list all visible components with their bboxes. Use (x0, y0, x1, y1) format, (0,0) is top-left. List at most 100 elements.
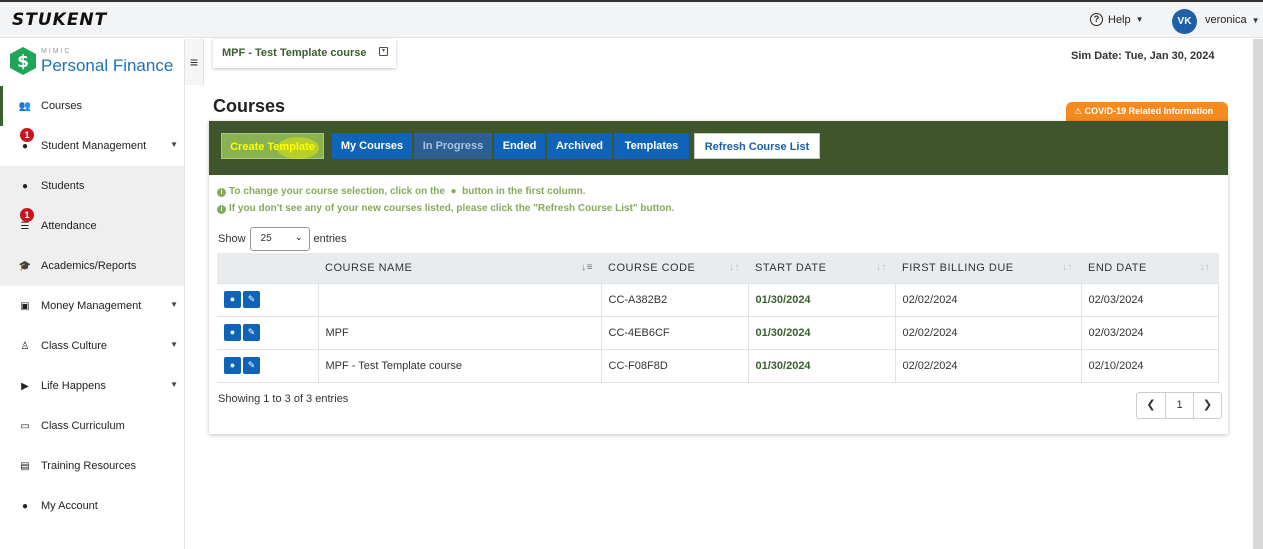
user-menu[interactable]: veronica ▼ (1205, 14, 1260, 26)
sort-icon: ↓↑ (729, 262, 740, 273)
info-line-1: i To change your course selection, click … (217, 186, 585, 197)
sim-date: Sim Date: Tue, Jan 30, 2024 (1071, 50, 1215, 62)
chevron-down-icon: ▼ (170, 340, 178, 349)
notification-badge: 1 (20, 128, 34, 142)
previous-page-button[interactable]: ❮ (1137, 393, 1165, 418)
sidebar-item-courses[interactable]: 👥 Courses (0, 86, 184, 126)
dropdown-square-icon: ▾ (379, 47, 388, 56)
entries-select[interactable]: 25 ⌄ (249, 227, 310, 251)
person-icon: ♙ (20, 340, 30, 352)
money-icon: ▣ (20, 300, 30, 312)
user-icon: ● (21, 180, 29, 192)
entries-select-value: 25 (260, 233, 272, 244)
sidebar-item-academics-reports[interactable]: 🎓 Academics/Reports (0, 246, 184, 286)
column-label: START DATE (755, 261, 827, 274)
sidebar-item-label: Courses (41, 100, 82, 112)
sidebar-item-class-culture[interactable]: ♙ Class Culture ▼ (0, 326, 184, 366)
edit-pencil-icon[interactable]: ✎ (243, 291, 260, 308)
refresh-course-list-button[interactable]: Refresh Course List (694, 133, 820, 159)
product-small-label: MIMIC (41, 48, 72, 55)
column-label: COURSE NAME (325, 261, 413, 274)
info-text: button in the first column. (462, 186, 586, 197)
sort-icon: ↓↑ (876, 262, 887, 273)
select-course-user-icon[interactable]: ● (224, 291, 241, 308)
select-course-user-icon[interactable]: ● (224, 357, 241, 374)
chevron-down-icon: ▼ (170, 140, 178, 149)
sidebar-item-label: Students (41, 180, 85, 192)
sidebar-item-label: Training Resources (41, 460, 136, 472)
page-scrollbar[interactable] (1253, 39, 1263, 549)
tab-archived[interactable]: Archived (547, 133, 612, 159)
warning-icon: ⚠ (1074, 106, 1083, 116)
file-icon: ▤ (20, 460, 30, 472)
graduation-cap-icon: 🎓 (18, 260, 32, 272)
next-page-button[interactable]: ❯ (1193, 393, 1221, 418)
sort-asc-icon: ↓≡ (581, 262, 593, 273)
cell-course-name (317, 282, 601, 316)
sidebar-item-label: Class Culture (41, 340, 108, 352)
brand-logo[interactable]: STUKENT (12, 10, 107, 30)
chevron-down-icon: ▼ (1135, 15, 1144, 24)
sidebar-item-life-happens[interactable]: ▶ Life Happens ▼ (0, 366, 184, 406)
chevron-down-icon: ▼ (170, 300, 178, 309)
create-template-button[interactable]: Create Template (221, 133, 324, 159)
cell-course-code: CC-A382B2 (600, 282, 748, 316)
sidebar-item-label: Student Management (41, 140, 147, 152)
page-button[interactable]: 1 (1165, 393, 1193, 418)
edit-pencil-icon[interactable]: ✎ (243, 357, 260, 374)
row-actions: ● ✎ (217, 282, 318, 316)
col-start-date[interactable]: START DATE ↓↑ (748, 253, 895, 283)
col-course-code[interactable]: COURSE CODE ↓↑ (601, 253, 748, 283)
actions-header (217, 253, 318, 283)
chevron-down-icon: ▼ (170, 380, 178, 389)
cell-end-date: 02/03/2024 (1080, 282, 1219, 316)
row-actions: ● ✎ (217, 315, 318, 349)
users-icon: 👥 (18, 100, 32, 112)
sidebar-nav: 👥 Courses 1 ● Student Management ▼ ● Stu… (0, 86, 184, 526)
courses-panel: Create Template My Courses In Progress E… (209, 121, 1228, 434)
sidebar-item-label: Attendance (41, 220, 97, 232)
chevron-down-icon: ⌄ (294, 232, 303, 242)
menu-toggle-button[interactable]: ≡ (185, 39, 204, 85)
help-menu[interactable]: ? Help ▼ (1090, 13, 1144, 26)
dollar-hex-icon: $ (10, 47, 36, 75)
help-icon: ? (1090, 13, 1103, 26)
course-selector[interactable]: MPF - Test Template course ▾ (213, 39, 396, 68)
tab-my-courses[interactable]: My Courses (332, 133, 412, 159)
cell-start-date: 01/30/2024 (747, 315, 895, 349)
col-end-date[interactable]: END DATE ↓↑ (1081, 253, 1219, 283)
sidebar-item-students[interactable]: ● Students (0, 166, 184, 206)
tab-in-progress[interactable]: In Progress (414, 133, 492, 159)
svg-text:$: $ (17, 52, 29, 72)
covid-label: COVID-19 Related Information (1084, 106, 1214, 116)
sidebar-item-student-management[interactable]: 1 ● Student Management ▼ (0, 126, 184, 166)
notification-badge: 1 (20, 208, 34, 222)
sidebar-item-attendance[interactable]: 1 ☰ Attendance (0, 206, 184, 246)
sidebar-item-training-resources[interactable]: ▤ Training Resources (0, 446, 184, 486)
col-first-billing-due[interactable]: FIRST BILLING DUE ↓↑ (895, 253, 1081, 283)
tab-templates[interactable]: Templates (614, 133, 689, 159)
sidebar-item-class-curriculum[interactable]: ▭ Class Curriculum (0, 406, 184, 446)
avatar[interactable]: VK (1172, 9, 1197, 34)
pagination: ❮ 1 ❯ (1136, 392, 1222, 419)
cell-course-code: CC-F08F8D (600, 348, 748, 383)
select-course-user-icon[interactable]: ● (224, 324, 241, 341)
col-course-name[interactable]: COURSE NAME ↓≡ (318, 253, 601, 283)
product-logo[interactable]: $ MIMIC Personal Finance (10, 45, 184, 85)
sidebar-item-my-account[interactable]: ● My Account (0, 486, 184, 526)
covid-info-tab[interactable]: ⚠ COVID-19 Related Information (1066, 102, 1228, 122)
sidebar-item-label: Academics/Reports (41, 260, 137, 272)
hamburger-icon: ≡ (189, 54, 199, 70)
create-template-label: Create Template (230, 141, 315, 153)
entries-length: Show 25 ⌄ entries (218, 227, 347, 251)
cell-course-name: MPF (317, 315, 601, 349)
tab-ended[interactable]: Ended (494, 133, 545, 159)
username: veronica (1205, 14, 1247, 26)
row-actions: ● ✎ (217, 348, 318, 383)
sidebar-item-label: Life Happens (41, 380, 106, 392)
column-label: FIRST BILLING DUE (902, 261, 1014, 274)
list-icon: ☰ (20, 220, 30, 232)
sidebar-item-money-management[interactable]: ▣ Money Management ▼ (0, 286, 184, 326)
info-icon: i (217, 188, 226, 197)
edit-pencil-icon[interactable]: ✎ (243, 324, 260, 341)
